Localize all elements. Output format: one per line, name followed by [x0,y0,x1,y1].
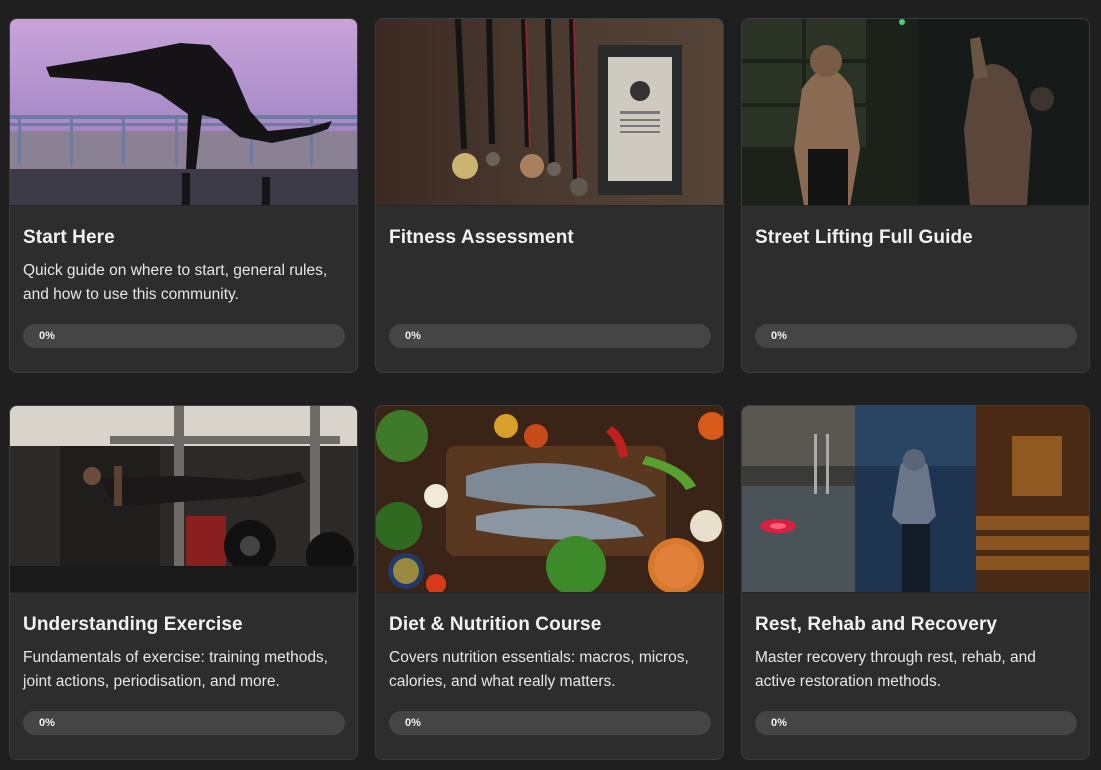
progress-label: 0% [405,717,421,729]
course-description: Quick guide on where to start, general r… [23,262,328,303]
food-photo [376,406,723,593]
course-card-street-lifting[interactable]: Street Lifting Full Guide 0% [741,18,1090,373]
course-title: Understanding Exercise [23,614,243,635]
course-title: Start Here [23,227,115,248]
course-description: Fundamentals of exercise: training metho… [23,649,328,690]
progress-label: 0% [39,330,55,342]
course-card-start-here[interactable]: Start Here Quick guide on where to start… [9,18,358,373]
course-grid: Start Here Quick guide on where to start… [0,0,1101,770]
gym-planche-photo [10,406,357,593]
medals-photo [376,19,723,206]
recovery-photo [742,406,1089,593]
course-title: Fitness Assessment [389,227,574,248]
course-card-fitness-assessment[interactable]: Fitness Assessment 0% [375,18,724,373]
progress-bar: 0% [389,711,711,735]
progress-label: 0% [405,330,421,342]
course-description: Master recovery through rest, rehab, and… [755,649,1036,690]
course-title: Diet & Nutrition Course [389,614,602,635]
progress-bar: 0% [755,324,1077,348]
course-description [389,259,710,307]
progress-bar: 0% [23,711,345,735]
progress-bar: 0% [389,324,711,348]
progress-label: 0% [39,717,55,729]
progress-bar: 0% [755,711,1077,735]
course-description [755,259,1076,307]
athlete-photo [742,19,1089,206]
course-card-understanding-exercise[interactable]: Understanding Exercise Fundamentals of e… [9,405,358,760]
course-description: Covers nutrition essentials: macros, mic… [389,649,689,690]
course-title: Rest, Rehab and Recovery [755,614,998,635]
course-card-diet-nutrition[interactable]: Diet & Nutrition Course Covers nutrition… [375,405,724,760]
course-title: Street Lifting Full Guide [755,227,973,248]
progress-label: 0% [771,330,787,342]
course-card-rest-rehab-recovery[interactable]: Rest, Rehab and Recovery Master recovery… [741,405,1090,760]
handstand-photo [10,19,357,206]
progress-label: 0% [771,717,787,729]
progress-bar: 0% [23,324,345,348]
